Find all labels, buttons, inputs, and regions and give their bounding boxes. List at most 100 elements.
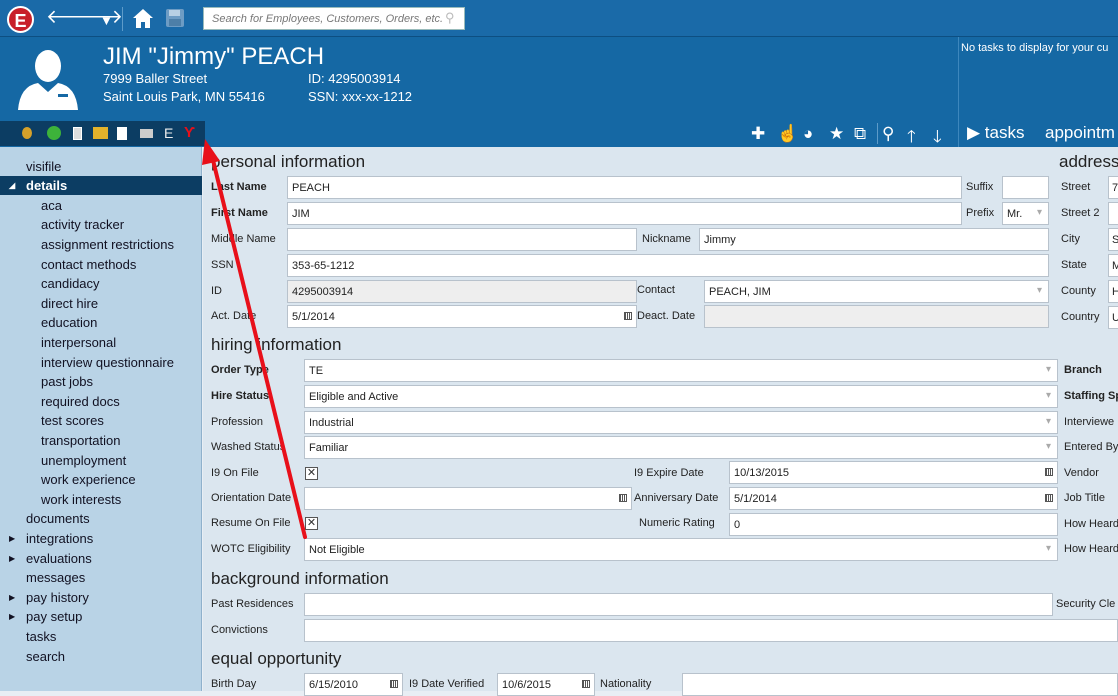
calendar-icon[interactable] <box>390 680 398 688</box>
sidebar-item-documents[interactable]: documents <box>0 509 202 528</box>
state-field[interactable]: M <box>1108 254 1118 277</box>
collapsed-caret-icon: ▶ <box>9 554 16 563</box>
nickname-field[interactable]: Jimmy <box>699 228 1049 251</box>
dna-icon[interactable] <box>93 127 108 139</box>
i9-expire-field[interactable]: 10/13/2015 <box>729 461 1058 484</box>
branch-label: Branch <box>1064 364 1102 376</box>
convictions-field[interactable] <box>304 619 1118 642</box>
nationality-field[interactable] <box>682 673 1118 696</box>
sidebar-item-interpersonal[interactable]: interpersonal <box>0 333 202 352</box>
coin-icon[interactable] <box>22 127 32 139</box>
sidebar-item-aca[interactable]: aca <box>0 196 202 215</box>
e-verify-icon[interactable]: E <box>164 125 173 141</box>
wotc-eligibility-select[interactable]: Not Eligible <box>304 538 1058 561</box>
calendar-icon[interactable] <box>582 680 590 688</box>
sidebar-item-search[interactable]: search <box>0 647 202 666</box>
add-icon[interactable]: ✚ <box>751 124 765 144</box>
wotc-eligibility-label: WOTC Eligibility <box>211 543 291 555</box>
i9-on-file-checkbox[interactable]: ✕ <box>305 467 318 480</box>
sidebar-item-required-docs[interactable]: required docs <box>0 392 202 411</box>
sidebar-item-unemployment[interactable]: unemployment <box>0 451 202 470</box>
past-residences-field[interactable] <box>304 593 1053 616</box>
document-icon[interactable] <box>117 127 127 140</box>
app-logo-icon[interactable]: E <box>7 6 34 33</box>
sidebar-item-work-interests[interactable]: work interests <box>0 490 202 509</box>
open-external-icon[interactable]: ⧉ <box>854 124 866 144</box>
magnifier-icon[interactable]: ⚲ <box>882 124 894 144</box>
suffix-field[interactable] <box>1002 176 1049 199</box>
calendar-icon[interactable] <box>624 312 632 320</box>
hire-status-select[interactable]: Eligible and Active <box>304 385 1058 408</box>
history-dropdown-icon[interactable]: ▼ <box>100 11 113 31</box>
sidebar-item-pay-history[interactable]: ▶ pay history <box>0 588 202 607</box>
sidebar-item-transportation[interactable]: transportation <box>0 431 202 450</box>
county-field[interactable]: H <box>1108 280 1118 303</box>
tab-appointments[interactable]: appointm <box>1045 123 1115 143</box>
i9-date-verified-field[interactable]: 10/6/2015 <box>497 673 595 696</box>
last-name-field[interactable]: PEACH <box>287 176 962 199</box>
sidebar-item-messages[interactable]: messages <box>0 568 202 587</box>
pie-chart-icon[interactable]: ◕ <box>803 124 813 144</box>
street-2-field[interactable] <box>1108 202 1118 225</box>
sidebar-item-candidacy[interactable]: candidacy <box>0 274 202 293</box>
sidebar-item-direct-hire[interactable]: direct hire <box>0 294 202 313</box>
profession-select[interactable]: Industrial <box>304 411 1058 434</box>
pointer-icon[interactable]: ☝ <box>777 124 798 144</box>
contact-select[interactable]: PEACH, JIM <box>704 280 1049 303</box>
sidebar-item-education[interactable]: education <box>0 313 202 332</box>
numeric-rating-field[interactable]: 0 <box>729 513 1058 536</box>
sidebar-item-assignment-restrictions[interactable]: assignment restrictions <box>0 235 202 254</box>
tab-tasks-label: tasks <box>984 123 1025 142</box>
deact-date-label: Deact. Date <box>637 310 696 322</box>
search-input[interactable]: Search for Employees, Customers, Orders,… <box>203 7 465 30</box>
card-icon[interactable] <box>140 129 153 138</box>
section-title-personal: personal information <box>211 152 366 171</box>
ssn-field[interactable]: 353-65-1212 <box>287 254 1049 277</box>
sidebar-item-visifile[interactable]: visifile <box>0 157 202 176</box>
orientation-date-field[interactable] <box>304 487 632 510</box>
birth-day-field[interactable]: 6/15/2010 <box>304 673 403 696</box>
past-residences-label: Past Residences <box>211 598 294 610</box>
calendar-icon[interactable] <box>1045 468 1053 476</box>
sidebar-item-details[interactable]: ◢ details <box>0 176 202 195</box>
forward-arrow-icon[interactable]: 🡒 <box>72 8 123 28</box>
sidebar-item-past-jobs[interactable]: past jobs <box>0 372 202 391</box>
washed-status-select[interactable]: Familiar <box>304 436 1058 459</box>
prefix-select[interactable]: Mr. <box>1002 202 1049 225</box>
sidebar-item-test-scores[interactable]: test scores <box>0 411 202 430</box>
street-field[interactable]: 7 <box>1108 176 1118 199</box>
country-field[interactable]: U <box>1108 306 1118 329</box>
state-label: State <box>1061 259 1087 271</box>
first-name-field[interactable]: JIM <box>287 202 962 225</box>
sidebar-item-tasks[interactable]: tasks <box>0 627 202 646</box>
home-icon[interactable] <box>132 8 154 29</box>
resume-on-file-checkbox[interactable]: ✕ <box>305 517 318 530</box>
sidebar-item-activity-tracker[interactable]: activity tracker <box>0 215 202 234</box>
tab-tasks[interactable]: ▶ tasks <box>967 123 1024 143</box>
sidebar-item-label: pay history <box>26 590 89 605</box>
sidebar-item-evaluations[interactable]: ▶ evaluations <box>0 549 202 568</box>
how-heard-label: How Heard <box>1064 518 1118 530</box>
city-field[interactable]: S <box>1108 228 1118 251</box>
i9-date-verified-label: I9 Date Verified <box>409 678 485 690</box>
nationality-label: Nationality <box>600 678 652 690</box>
clipboard-icon[interactable] <box>73 127 82 140</box>
act-date-field[interactable]: 5/1/2014 <box>287 305 637 328</box>
search-icon[interactable]: ⚲ <box>445 10 455 26</box>
anniversary-date-field[interactable]: 5/1/2014 <box>729 487 1058 510</box>
sidebar-item-integrations[interactable]: ▶ integrations <box>0 529 202 548</box>
order-type-select[interactable]: TE <box>304 359 1058 382</box>
orientation-date-label: Orientation Date <box>211 492 292 504</box>
sidebar-item-pay-setup[interactable]: ▶ pay setup <box>0 607 202 626</box>
status-green-icon[interactable] <box>47 126 61 140</box>
sidebar-item-work-experience[interactable]: work experience <box>0 470 202 489</box>
calendar-icon[interactable] <box>619 494 627 502</box>
sidebar-item-contact-methods[interactable]: contact methods <box>0 255 202 274</box>
calendar-icon[interactable] <box>1045 494 1053 502</box>
sidebar-item-interview-questionnaire[interactable]: interview questionnaire <box>0 353 202 372</box>
i9-on-file-label: I9 On File <box>211 467 259 479</box>
save-icon[interactable] <box>165 8 185 28</box>
flag-icon[interactable]: Ƴ <box>184 124 196 141</box>
middle-name-field[interactable] <box>287 228 637 251</box>
star-icon[interactable]: ★ <box>829 124 844 144</box>
